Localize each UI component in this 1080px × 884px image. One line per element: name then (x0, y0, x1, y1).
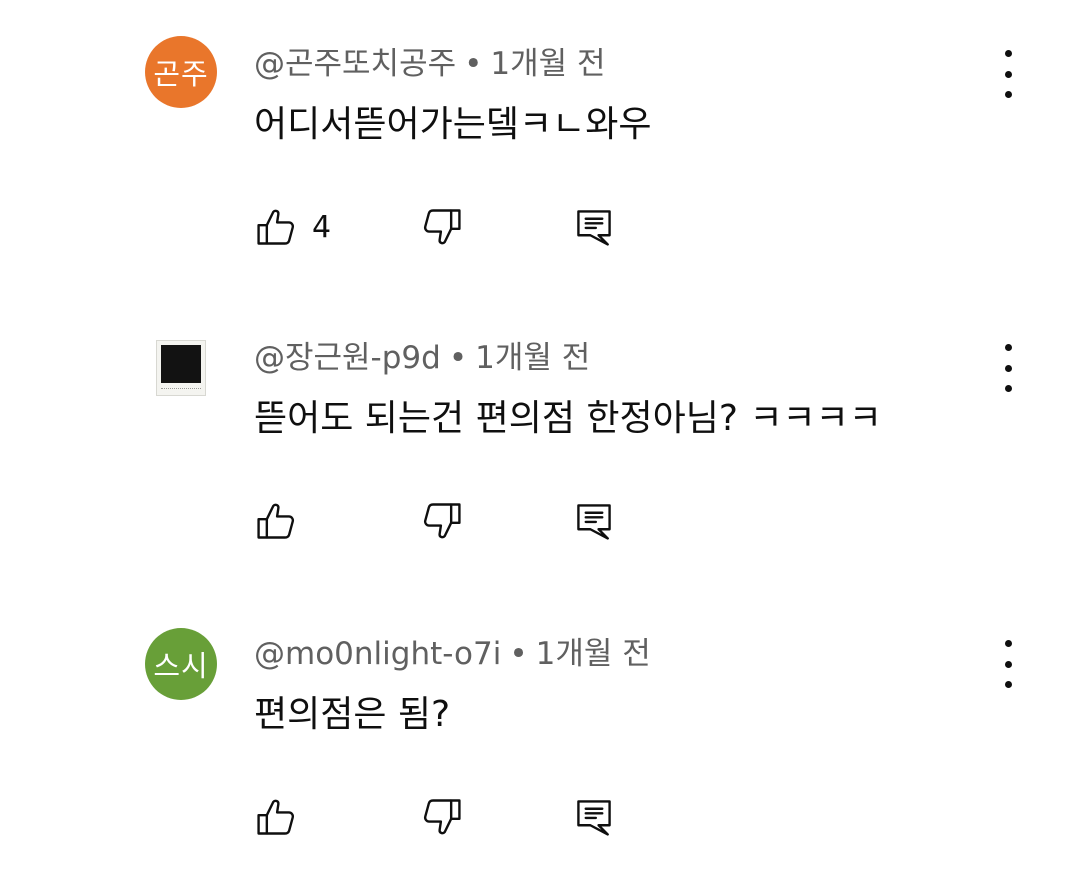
reply-button[interactable] (572, 793, 616, 841)
author-name[interactable]: @장근원-p9d (254, 340, 441, 376)
reply-icon (577, 210, 611, 246)
thumbs-down-icon (423, 503, 461, 539)
separator-dot: • (448, 340, 468, 376)
comment-item: 스시 @mo0nlight-o7i • 1개월 전 편의점은 됨? (0, 592, 1080, 882)
comment-meta: @장근원-p9d • 1개월 전 (254, 338, 590, 378)
separator-dot: • (509, 636, 528, 672)
comment-time: 1개월 전 (535, 636, 651, 672)
avatar[interactable] (156, 340, 206, 396)
like-count: 4 (312, 209, 332, 245)
thumbs-up-icon (257, 799, 295, 835)
thumbs-down-icon (423, 209, 461, 245)
comment-actions (254, 793, 674, 841)
comment-actions: 4 (254, 203, 674, 251)
thumbs-down-icon (423, 799, 461, 835)
comment-text: 어디서뜯어가는뎈ㅋㄴ와우 (254, 104, 652, 145)
reply-button[interactable] (572, 203, 616, 251)
thumbs-up-icon (257, 209, 295, 245)
comment-text: 편의점은 됨? (254, 694, 451, 735)
comment-item: @장근원-p9d • 1개월 전 뜯어도 되는건 편의점 한정아님? ㅋㅋㅋㅋ (0, 296, 1080, 586)
avatar[interactable]: 곤주 (145, 36, 217, 108)
comment-time: 1개월 전 (490, 46, 606, 82)
more-vert-icon[interactable] (992, 50, 1024, 98)
comment-time: 1개월 전 (475, 340, 591, 376)
author-name[interactable]: @곤주또치공주 (254, 46, 456, 82)
dislike-button[interactable] (420, 793, 464, 841)
comment-meta: @mo0nlight-o7i • 1개월 전 (254, 634, 651, 674)
dislike-button[interactable] (420, 203, 464, 251)
comment-item: 곤주 @곤주또치공주 • 1개월 전 어디서뜯어가는뎈ㅋㄴ와우 4 (0, 0, 1080, 290)
reply-icon (577, 504, 611, 540)
avatar-photo (161, 345, 201, 383)
like-button[interactable] (254, 793, 312, 841)
avatar[interactable]: 스시 (145, 628, 217, 700)
dislike-button[interactable] (420, 497, 464, 545)
more-vert-icon[interactable] (992, 640, 1024, 688)
separator-dot: • (464, 46, 483, 82)
thumbs-up-icon (257, 503, 295, 539)
comment-text: 뜯어도 되는건 편의점 한정아님? ㅋㅋㅋㅋ (254, 398, 882, 439)
more-vert-icon[interactable] (992, 344, 1024, 392)
avatar-caption-lines (161, 388, 201, 392)
comment-meta: @곤주또치공주 • 1개월 전 (254, 44, 606, 84)
reply-icon (577, 800, 611, 836)
like-button[interactable] (254, 497, 312, 545)
author-name[interactable]: @mo0nlight-o7i (254, 636, 501, 672)
like-button[interactable]: 4 (254, 203, 331, 251)
comment-actions (254, 497, 674, 545)
reply-button[interactable] (572, 497, 616, 545)
